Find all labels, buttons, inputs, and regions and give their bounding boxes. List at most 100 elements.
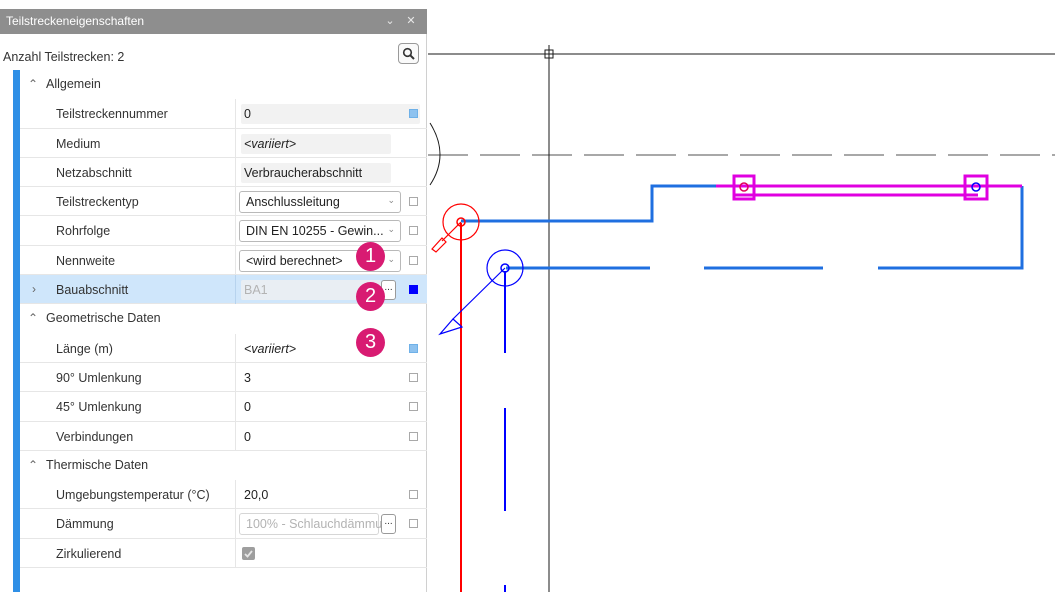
- chevron-down-icon[interactable]: ⌄: [382, 9, 398, 34]
- annotation-badge-3: 3: [356, 328, 385, 357]
- chevron-up-icon[interactable]: ⌃: [28, 77, 40, 91]
- chevron-up-icon[interactable]: ⌃: [28, 458, 40, 472]
- property-label: Länge (m): [56, 341, 113, 356]
- pipe-blue-upper: [461, 184, 716, 223]
- daemmung-field[interactable]: 100% - Schlauchdämmu: [239, 513, 383, 536]
- chevron-down-icon[interactable]: ⌄: [387, 254, 395, 265]
- property-label: Rohrfolge: [56, 224, 111, 239]
- panel-title: Teilstreckeneigenschaften: [6, 14, 145, 28]
- dropdown-value: Anschlussleitung: [246, 195, 340, 210]
- property-value-cell[interactable]: 0: [235, 421, 419, 451]
- property-value[interactable]: BA1: [244, 283, 268, 297]
- property-value[interactable]: 0: [244, 107, 251, 121]
- property-value[interactable]: <variiert>: [244, 342, 296, 356]
- accent-bar: [13, 70, 20, 592]
- override-marker[interactable]: [409, 226, 418, 236]
- drawing-canvas[interactable]: [428, 9, 1055, 592]
- chevron-down-icon[interactable]: ⌄: [387, 195, 395, 206]
- property-row-umlenkung90[interactable]: 90° Umlenkung 3: [20, 362, 427, 393]
- override-marker[interactable]: [409, 109, 418, 119]
- override-marker[interactable]: [409, 431, 418, 441]
- property-value-cell[interactable]: BA1 ...: [235, 275, 419, 305]
- section-label: Allgemein: [46, 77, 101, 91]
- close-icon[interactable]: ✕: [403, 9, 419, 34]
- property-label: Zirkulierend: [56, 546, 122, 561]
- section-label: Thermische Daten: [46, 457, 149, 472]
- override-marker[interactable]: [409, 402, 418, 412]
- property-value[interactable]: 0: [244, 400, 251, 414]
- count-row: Anzahl Teilstrecken: 2: [0, 34, 427, 70]
- property-label: Netzabschnitt: [56, 165, 132, 180]
- property-value-cell[interactable]: <variiert>: [235, 333, 419, 363]
- dropdown-value: <wird berechnet>: [246, 253, 343, 268]
- property-value-cell[interactable]: DIN EN 10255 - Gewin... ⌄: [235, 216, 419, 246]
- zirkulierend-checkbox[interactable]: [242, 546, 255, 560]
- property-value[interactable]: <variiert>: [244, 137, 296, 151]
- property-label: Medium: [56, 136, 101, 151]
- property-row-umlenkung45[interactable]: 45° Umlenkung 0: [20, 392, 427, 422]
- override-marker[interactable]: [409, 255, 418, 265]
- property-value-cell[interactable]: <variiert>: [235, 128, 419, 158]
- property-row-teilstreckentyp[interactable]: Teilstreckentyp Anschlussleitung ⌄: [20, 187, 427, 217]
- property-value[interactable]: 0: [244, 430, 251, 444]
- property-value[interactable]: 20,0: [244, 488, 268, 502]
- section-thermisch[interactable]: ⌃ Thermische Daten: [20, 451, 427, 480]
- property-value-cell[interactable]: 3: [235, 362, 419, 392]
- property-value-cell[interactable]: 20,0: [235, 480, 419, 510]
- property-value-cell[interactable]: [235, 538, 419, 568]
- property-value-cell[interactable]: Anschlussleitung ⌄: [235, 187, 419, 217]
- override-marker[interactable]: [409, 372, 418, 382]
- rohrfolge-dropdown[interactable]: DIN EN 10255 - Gewin... ⌄: [239, 220, 401, 243]
- property-row-teilstreckennummer[interactable]: Teilstreckennummer 0: [20, 99, 427, 129]
- chevron-down-icon[interactable]: ⌄: [387, 224, 395, 235]
- property-row-daemmung[interactable]: Dämmung 100% - Schlauchdämmu ...: [20, 509, 427, 539]
- property-row-netzabschnitt[interactable]: Netzabschnitt Verbraucherabschnitt: [20, 157, 427, 188]
- application-window: { "panel": { "title": "Teilstreckeneigen…: [0, 0, 1055, 592]
- property-row-zirkulierend[interactable]: Zirkulierend: [20, 538, 427, 569]
- canvas-top-strip: [428, 0, 1055, 9]
- override-marker[interactable]: [409, 490, 418, 500]
- dropdown-value: DIN EN 10255 - Gewin...: [246, 224, 384, 239]
- property-row-verbindungen[interactable]: Verbindungen 0: [20, 421, 427, 451]
- property-value-cell[interactable]: <wird berechnet> ⌄: [235, 245, 419, 275]
- annotation-badge-1: 1: [356, 242, 385, 271]
- override-marker[interactable]: [409, 285, 418, 295]
- chevron-up-icon[interactable]: ⌃: [28, 311, 40, 325]
- property-value-cell[interactable]: Verbraucherabschnitt: [235, 157, 419, 187]
- override-marker[interactable]: [409, 343, 418, 353]
- door-arc: [429, 122, 441, 186]
- property-label: Verbindungen: [56, 429, 134, 444]
- property-row-rohrfolge[interactable]: Rohrfolge DIN EN 10255 - Gewin... ⌄: [20, 216, 427, 246]
- pipe-blue-right: [878, 186, 1024, 270]
- chevron-right-icon[interactable]: ›: [32, 282, 44, 296]
- property-label: Bauabschnitt: [56, 283, 129, 298]
- property-value: 100% - Schlauchdämmu: [246, 517, 383, 532]
- property-value-cell[interactable]: 0: [235, 392, 419, 422]
- property-label: Nennweite: [56, 253, 116, 268]
- property-label: Teilstreckentyp: [56, 195, 139, 210]
- property-label: 90° Umlenkung: [56, 370, 142, 385]
- search-button[interactable]: [398, 43, 419, 64]
- property-label: Teilstreckennummer: [56, 107, 168, 122]
- teilstreckentyp-dropdown[interactable]: Anschlussleitung ⌄: [239, 191, 401, 214]
- panel-titlebar: Teilstreckeneigenschaften ⌄ ✕: [0, 9, 427, 34]
- property-row-medium[interactable]: Medium <variiert>: [20, 128, 427, 158]
- count-label: Anzahl Teilstrecken: 2: [3, 50, 125, 64]
- section-label: Geometrische Daten: [46, 311, 161, 326]
- property-value[interactable]: Verbraucherabschnitt: [244, 166, 362, 180]
- property-label: Dämmung: [56, 517, 114, 532]
- override-marker[interactable]: [409, 519, 418, 529]
- property-value-cell[interactable]: 100% - Schlauchdämmu ...: [235, 509, 419, 539]
- arrow-red: [431, 237, 447, 253]
- property-value-cell[interactable]: 0: [235, 99, 420, 129]
- arrow-blue: [438, 318, 464, 336]
- search-icon: [402, 47, 415, 60]
- property-value[interactable]: 3: [244, 371, 251, 385]
- property-row-umgebungstemperatur[interactable]: Umgebungstemperatur (°C) 20,0: [20, 480, 427, 510]
- ellipsis-button[interactable]: ...: [381, 514, 396, 535]
- override-marker[interactable]: [409, 197, 418, 207]
- property-grid: ⌃ Allgemein Teilstreckennummer 0 Medium …: [20, 70, 427, 569]
- section-allgemein[interactable]: ⌃ Allgemein: [20, 70, 427, 99]
- checkmark-icon: [244, 550, 253, 558]
- annotation-badge-2: 2: [356, 282, 385, 311]
